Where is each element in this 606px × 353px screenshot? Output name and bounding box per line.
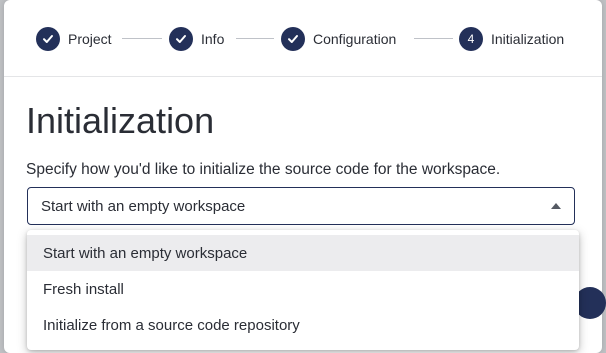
option-empty-workspace[interactable]: Start with an empty workspace — [27, 235, 579, 271]
page-description: Specify how you'd like to initialize the… — [26, 161, 501, 178]
option-fresh-install[interactable]: Fresh install — [27, 271, 579, 307]
stepper: Project Info Configuration 4 Initializat… — [4, 0, 602, 77]
step-connector — [122, 38, 162, 39]
check-icon — [281, 27, 305, 51]
step-label: Initialization — [491, 31, 565, 47]
step-initialization[interactable]: 4 Initialization — [459, 26, 564, 52]
step-label: Project — [68, 31, 112, 47]
step-connector — [236, 38, 274, 39]
step-label: Configuration — [313, 31, 397, 47]
step-label: Info — [201, 31, 225, 47]
select-value: Start with an empty workspace — [41, 197, 246, 215]
option-source-repository[interactable]: Initialize from a source code repository — [27, 307, 579, 343]
caret-up-icon — [551, 203, 561, 209]
step-number-badge: 4 — [459, 27, 483, 51]
check-icon — [169, 27, 193, 51]
step-connector — [414, 38, 453, 39]
page-title: Initialization — [26, 100, 215, 141]
step-project[interactable]: Project — [36, 26, 112, 52]
step-configuration[interactable]: Configuration — [281, 26, 396, 52]
initialization-select[interactable]: Start with an empty workspace — [27, 187, 575, 225]
check-icon — [36, 27, 60, 51]
initialization-options-menu: Start with an empty workspace Fresh inst… — [27, 230, 579, 350]
step-info[interactable]: Info — [169, 26, 224, 52]
